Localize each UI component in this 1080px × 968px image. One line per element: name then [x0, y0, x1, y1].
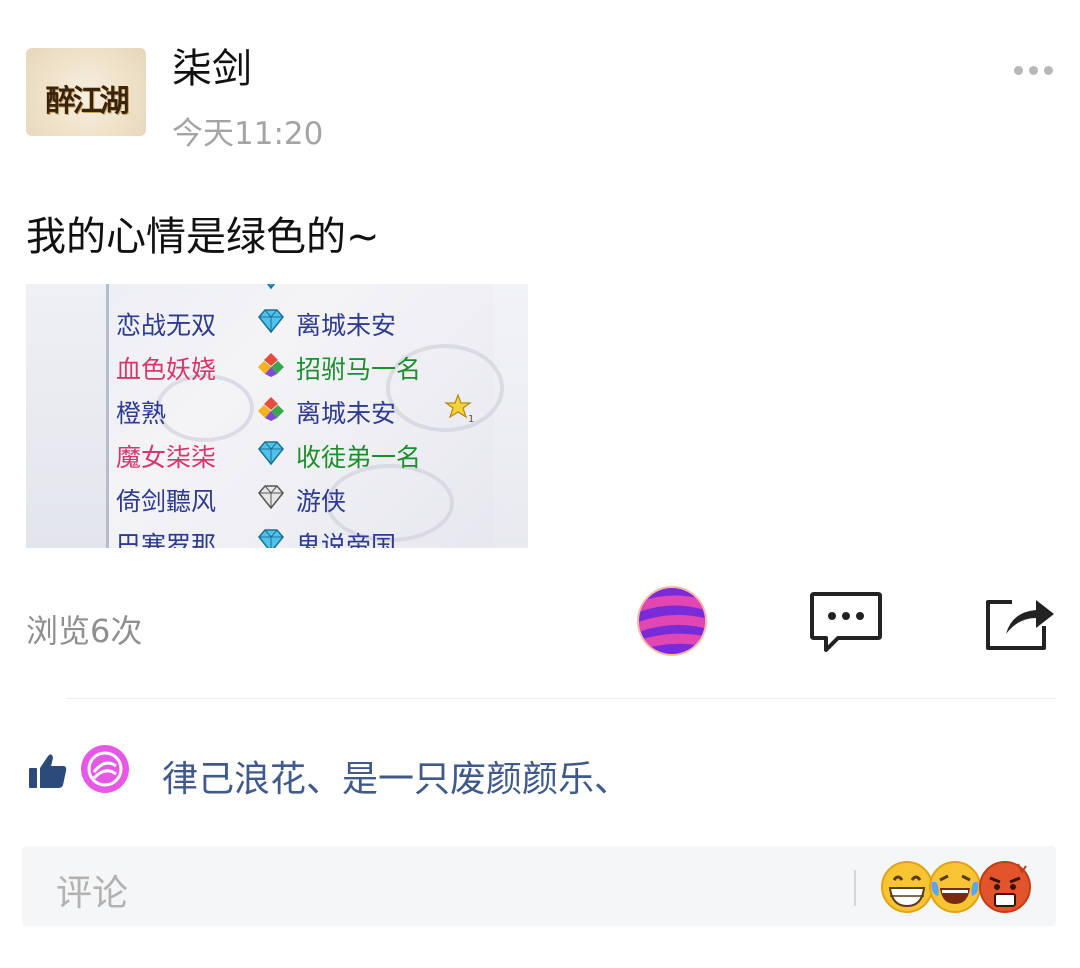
post-time: 今天11:20: [172, 116, 324, 152]
image-row-title: 招驸马一名: [296, 355, 422, 384]
laugh-cry-emoji[interactable]: [928, 860, 982, 914]
image-row-title: 游侠: [296, 487, 347, 516]
comment-input[interactable]: 评论: [56, 864, 128, 916]
image-row-title: 收徒弟一名: [296, 443, 422, 472]
share-arrow-icon[interactable]: [982, 590, 1058, 654]
thumbs-up-icon: [29, 754, 67, 788]
comment-bar[interactable]: 评论: [22, 846, 1056, 926]
gem-icon: [256, 396, 286, 422]
user-avatar[interactable]: 醉江湖: [26, 48, 146, 136]
svg-text:1: 1: [468, 414, 474, 424]
grin-emoji[interactable]: [880, 860, 934, 914]
image-row-name: 橙熟: [116, 399, 167, 428]
likers-list[interactable]: 律己浪花、是一只废颜颜乐、: [162, 750, 630, 802]
image-row-name: 倚剑聽风: [116, 487, 217, 516]
gem-icon: [256, 352, 286, 378]
image-right-panel: [494, 284, 528, 548]
more-dots-icon[interactable]: [1014, 56, 1064, 84]
avatar-logo-text: 醉江湖: [45, 84, 130, 119]
gem-icon: [256, 284, 286, 290]
gem-icon: [256, 484, 286, 510]
gem-icon: [256, 308, 286, 334]
image-left-panel: [26, 284, 106, 548]
section-divider: [66, 698, 1056, 699]
username[interactable]: 柒剑: [172, 36, 252, 94]
angry-emoji[interactable]: [978, 860, 1032, 914]
image-row-name: 魔女柒柒: [116, 443, 217, 472]
image-row-name: 血色妖娆: [116, 355, 217, 384]
comment-bar-divider: [854, 870, 856, 906]
image-row-name: 恋战无双: [116, 311, 217, 340]
planet-avatar-icon[interactable]: [636, 585, 708, 657]
gem-icon: [256, 528, 286, 548]
post-image[interactable]: 恋战无双 离城未安 血色妖娆 招驸马一名 橙熟 离城未安 1 魔女柒柒 收徒弟一名 倚剑聽风 游侠巴…: [26, 284, 528, 548]
comment-bubble-icon[interactable]: [808, 590, 884, 656]
image-row-title: 离城未安: [296, 399, 397, 428]
image-row-title: 鬼说帝国: [296, 531, 397, 548]
gem-icon: [256, 440, 286, 466]
liker-avatar[interactable]: [80, 744, 130, 794]
view-count: 浏览6次: [26, 612, 143, 650]
star-icon: 1: [444, 392, 476, 425]
image-row-name: 巴塞罗那: [116, 531, 217, 548]
image-divider: [106, 284, 109, 548]
post-text: 我的心情是绿色的~: [26, 214, 380, 260]
image-row-title: 离城未安: [296, 311, 397, 340]
